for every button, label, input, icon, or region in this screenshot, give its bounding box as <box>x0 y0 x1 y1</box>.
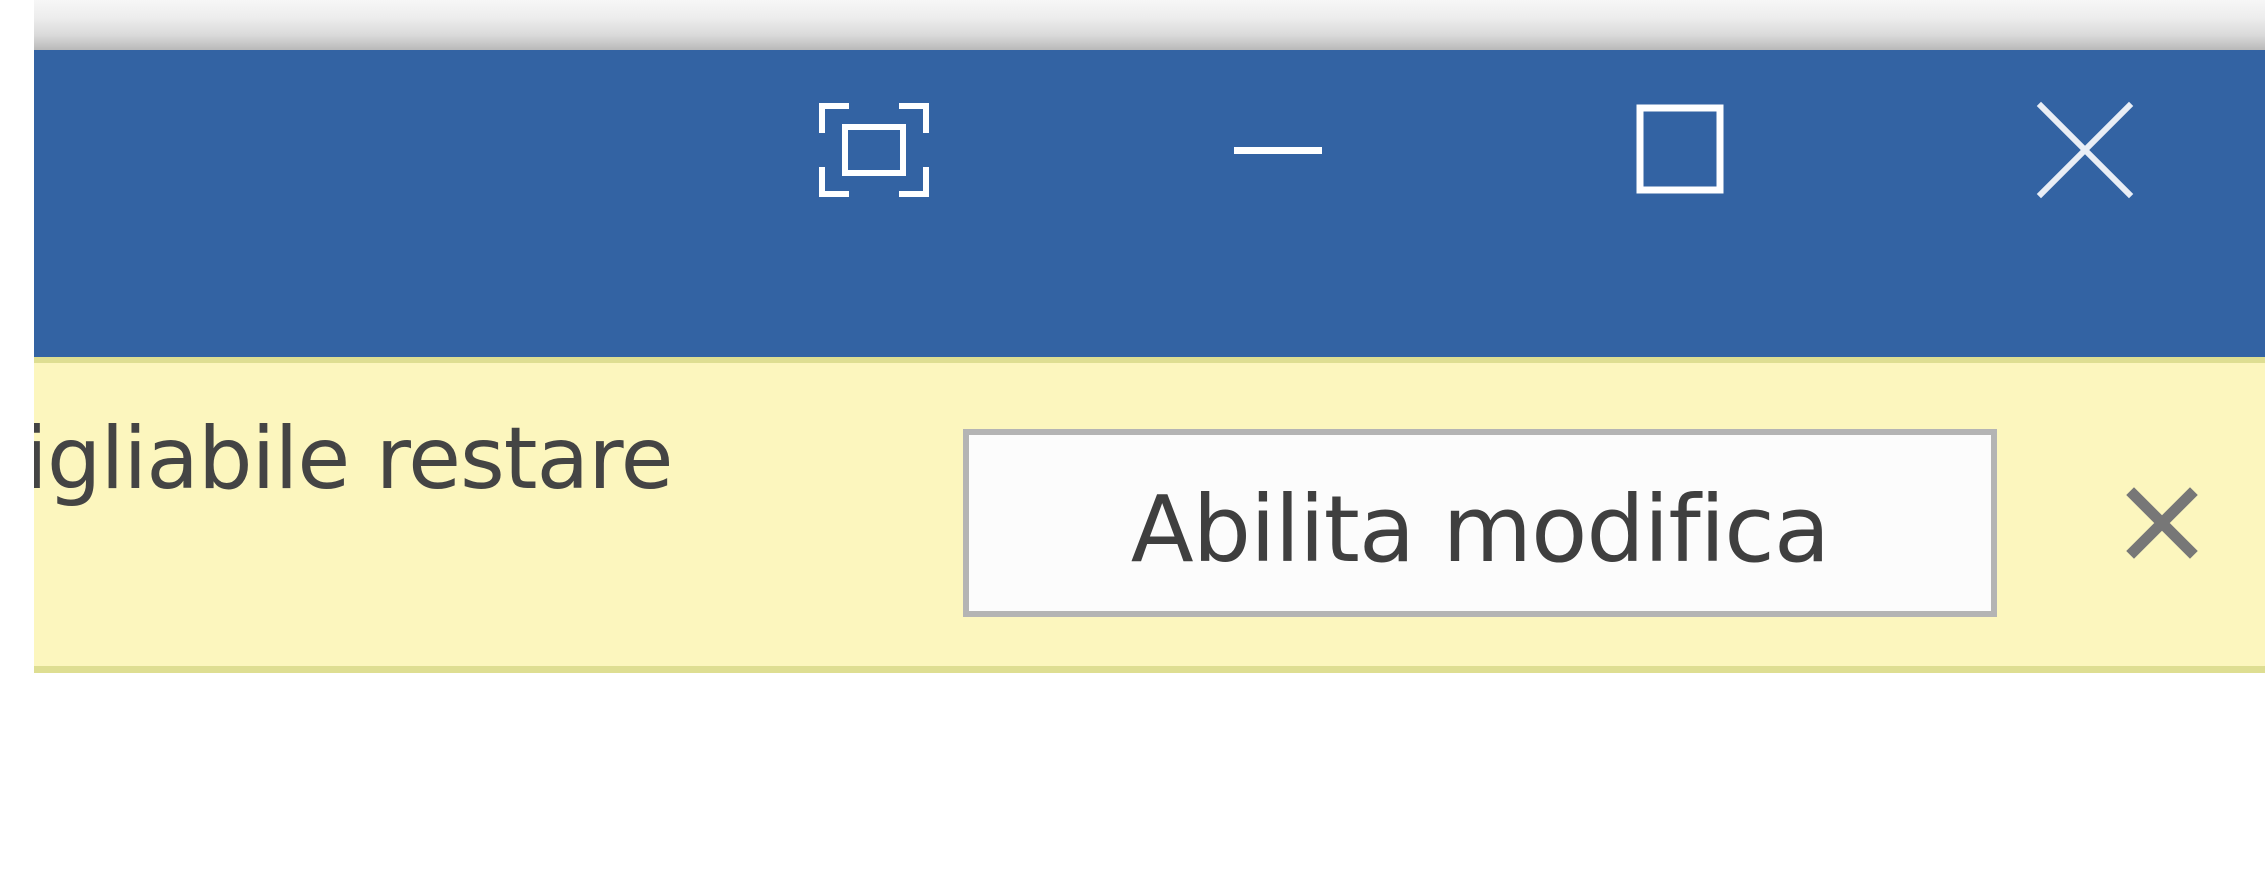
infobar-message: igliabile restare <box>24 409 674 509</box>
window-top-shadow <box>34 0 2265 50</box>
maximize-button[interactable] <box>1582 60 1782 240</box>
protected-view-infobar: igliabile restare Abilita modifica <box>24 357 2265 673</box>
maximize-icon <box>1636 104 1724 194</box>
left-edge <box>0 0 34 881</box>
document-content-area <box>34 673 2265 881</box>
app-window: igliabile restare Abilita modifica <box>0 0 2265 881</box>
close-window-button[interactable] <box>1985 60 2185 240</box>
title-bar[interactable] <box>34 50 2265 357</box>
minimize-button[interactable] <box>1179 60 1379 240</box>
enable-editing-button[interactable]: Abilita modifica <box>963 429 1997 617</box>
close-icon <box>2036 101 2134 199</box>
close-icon <box>2126 487 2198 559</box>
fullscreen-icon <box>819 103 929 197</box>
minimize-icon <box>1234 147 1322 154</box>
fullscreen-button[interactable] <box>774 60 974 240</box>
infobar-dismiss-button[interactable] <box>2112 473 2212 573</box>
